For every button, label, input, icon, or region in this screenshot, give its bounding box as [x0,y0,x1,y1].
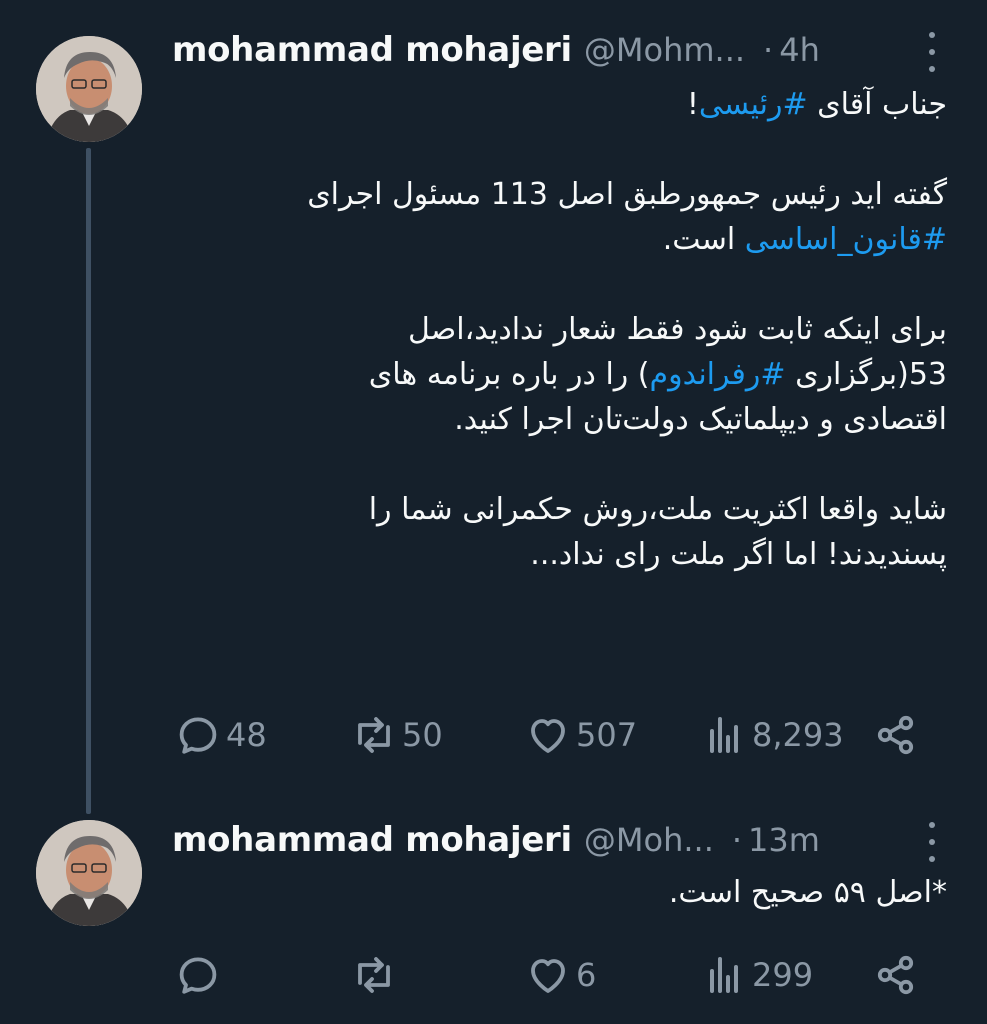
like-count: 6 [576,956,597,994]
views-button[interactable]: 8,293 [700,710,844,760]
display-name[interactable]: mohammad mohajeri [172,30,572,70]
retweet-icon [358,717,390,753]
tweet-line: پسندیدند! اما اگر ملت رای نداد... [172,532,947,577]
text-segment: است. [662,222,745,257]
text-segment: ) را در باره برنامه های [368,357,650,392]
heart-icon [531,719,565,753]
text-segment: پسندیدند! اما اگر ملت رای نداد... [530,537,947,572]
retweet-button[interactable] [350,950,402,1000]
reply-count: 48 [226,716,267,754]
text-segment: جناب آقای [807,87,947,122]
text-segment: *اصل ۵۹ صحیح است. [668,875,947,910]
like-count: 507 [576,716,638,754]
like-button[interactable]: 507 [524,710,637,760]
share-icon [877,955,914,995]
share-button[interactable] [872,710,920,760]
user-handle[interactable]: @Mohm... [584,31,745,69]
hashtag-link[interactable]: #قانون_اساسی [745,222,947,257]
tweet-line: گفته اید رئیس جمهورطبق اصل 113 مسئول اجر… [172,172,947,217]
reply-button[interactable]: 48 [174,710,267,760]
reply-icon [179,957,217,994]
views-icon [710,717,738,753]
text-segment: گفته اید رئیس جمهورطبق اصل 113 مسئول اجر… [307,177,947,212]
tweet-header: mohammad mohajeri @Mohm... · 4h [172,25,937,75]
tweet-line: #قانون_اساسی است. [172,217,947,262]
timestamp[interactable]: 4h [779,31,820,69]
view-count: 299 [752,956,814,994]
retweet-count: 50 [402,716,443,754]
more-icon[interactable] [927,32,937,72]
thread-line [86,148,91,814]
timestamp[interactable]: 13m [748,821,820,859]
views-button[interactable]: 299 [700,950,813,1000]
avatar-photo [36,36,142,142]
text-segment: شاید واقعا اکثریت ملت،روش حکمرانی شما را [368,492,947,527]
text-segment: برای اینکه ثابت شود فقط شعار ندادید،اصل [408,312,947,347]
reply-button[interactable] [174,950,226,1000]
separator-dot: · [731,821,743,859]
tweet-header: mohammad mohajeri @Moh... · 13m [172,815,937,865]
tweet-line: شاید واقعا اکثریت ملت،روش حکمرانی شما را [172,487,947,532]
avatar[interactable] [36,36,142,142]
retweet-button[interactable]: 50 [350,710,443,760]
tweet-actions: 48 50 507 8,293 [172,710,932,760]
display-name[interactable]: mohammad mohajeri [172,820,572,860]
text-segment: ! [686,87,699,122]
hashtag-link[interactable]: #رفراندوم [650,357,786,392]
tweet-line: اقتصادی و دیپلماتیک دولت‌تان اجرا کنید. [172,397,947,442]
avatar[interactable] [36,820,142,926]
views-icon [710,957,738,993]
text-segment: اقتصادی و دیپلماتیک دولت‌تان اجرا کنید. [454,402,947,437]
heart-icon [531,959,565,993]
share-icon [877,715,914,755]
tweet-text: جناب آقای #رئیسی! گفته اید رئیس جمهورطبق … [172,82,947,577]
retweet-icon [358,957,390,993]
view-count: 8,293 [752,716,844,754]
tweet-text: *اصل ۵۹ صحیح است. [172,870,947,915]
reply-icon [179,717,217,754]
tweet[interactable]: mohammad mohajeri @Moh... · 13m *اصل ۵۹ … [0,800,987,1024]
hashtag-link[interactable]: #رئیسی [699,87,808,122]
tweet-line: 53(برگزاری #رفراندوم) را در باره برنامه … [172,352,947,397]
avatar-photo [36,820,142,926]
share-button[interactable] [872,950,920,1000]
tweet-line: جناب آقای #رئیسی! [172,82,947,127]
tweet-line: برای اینکه ثابت شود فقط شعار ندادید،اصل [172,307,947,352]
user-handle[interactable]: @Moh... [584,821,714,859]
separator-dot: · [763,31,774,69]
text-segment: 53(برگزاری [785,357,947,392]
tweet-actions: 6 299 [172,950,932,1000]
tweet[interactable]: mohammad mohajeri @Mohm... · 4h جناب آقا… [0,0,987,814]
like-button[interactable]: 6 [524,950,596,1000]
more-icon[interactable] [927,822,937,862]
tweet-line: *اصل ۵۹ صحیح است. [172,870,947,915]
